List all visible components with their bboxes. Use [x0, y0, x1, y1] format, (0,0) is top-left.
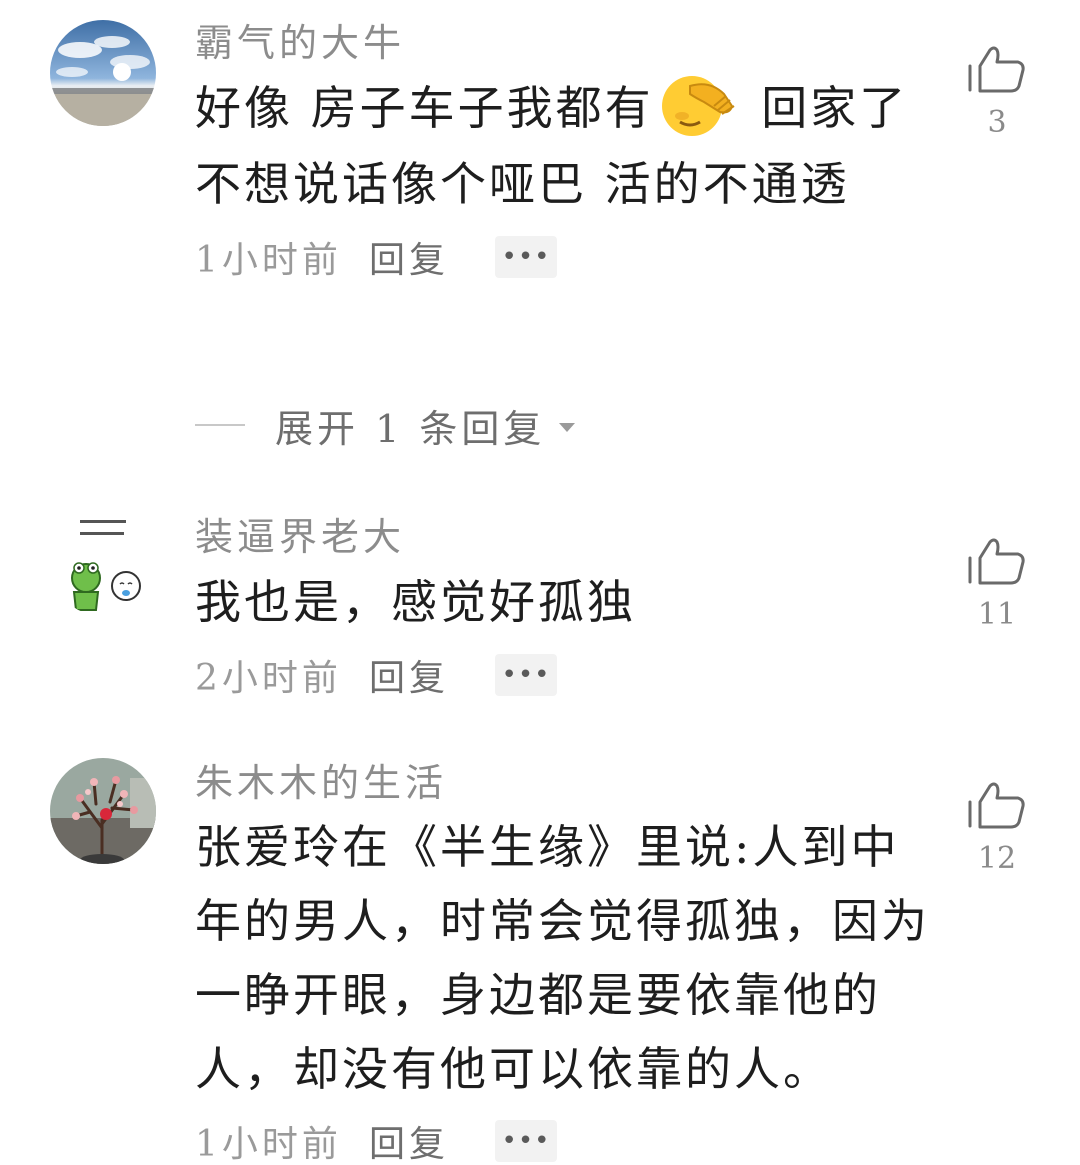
comment-text-part: 好像 房子车子我都有	[195, 81, 654, 135]
reply-button[interactable]: 回复	[369, 1115, 495, 1165]
thumbs-up-icon	[968, 538, 1025, 585]
caret-down-icon	[559, 422, 576, 432]
comment-body: 装逼界老大 我也是，感觉好孤独 2小时前 回复 •••	[195, 512, 935, 706]
facepalm-emoji-icon	[660, 72, 738, 138]
expand-replies-label: 展开 1 条回复	[275, 406, 546, 451]
more-options-button[interactable]: •••	[495, 236, 557, 278]
timestamp: 1小时前	[195, 240, 342, 281]
comment-body: 霸气的大牛 好像 房子车子我都有 回家了不想说话像个哑巴 活的不通透 1小时前 …	[195, 18, 935, 288]
like-count: 11	[977, 597, 1017, 632]
comment-list: 霸气的大牛 好像 房子车子我都有 回家了不想说话像个哑巴 活的不通透 1小时前 …	[0, 0, 1080, 1165]
like-count: 3	[987, 105, 1007, 140]
reply-button[interactable]: 回复	[369, 649, 495, 701]
thumbs-up-icon	[968, 46, 1025, 93]
comment-meta: 1小时前 回复 •••	[195, 226, 935, 288]
thumbs-up-icon	[968, 782, 1025, 829]
more-options-button[interactable]: •••	[495, 1120, 557, 1162]
like-button[interactable]: 3	[962, 44, 1032, 140]
sky-landscape-avatar-icon[interactable]	[50, 20, 156, 126]
timestamp: 2小时前	[195, 658, 342, 699]
comment-meta: 2小时前 回复 •••	[195, 644, 935, 706]
divider	[195, 424, 245, 426]
frog-cartoon-avatar-icon[interactable]	[50, 510, 156, 616]
like-button[interactable]: 11	[962, 536, 1032, 632]
username[interactable]: 霸气的大牛	[195, 18, 935, 68]
plum-blossom-avatar-icon[interactable]	[50, 758, 156, 864]
comment-text: 好像 房子车子我都有 回家了不想说话像个哑巴 活的不通透	[195, 70, 935, 222]
comment-text: 我也是，感觉好孤独	[195, 575, 636, 629]
comment-text: 张爱玲在《半生缘》里说:人到中年的男人，时常会觉得孤独，因为一睁开眼，身边都是要…	[195, 820, 930, 1096]
reply-button[interactable]: 回复	[369, 231, 495, 283]
like-count: 12	[977, 841, 1017, 876]
comment-body: 朱木木的生活 张爱玲在《半生缘》里说:人到中年的男人，时常会觉得孤独，因为一睁开…	[195, 758, 935, 1165]
expand-replies-button[interactable]: 展开 1 条回复	[195, 400, 576, 451]
like-button[interactable]: 12	[962, 780, 1032, 876]
timestamp: 1小时前	[195, 1124, 342, 1165]
comment-meta: 1小时前 回复 •••	[195, 1110, 935, 1165]
more-options-button[interactable]: •••	[495, 654, 557, 696]
username[interactable]: 装逼界老大	[195, 512, 935, 562]
username[interactable]: 朱木木的生活	[195, 758, 935, 808]
